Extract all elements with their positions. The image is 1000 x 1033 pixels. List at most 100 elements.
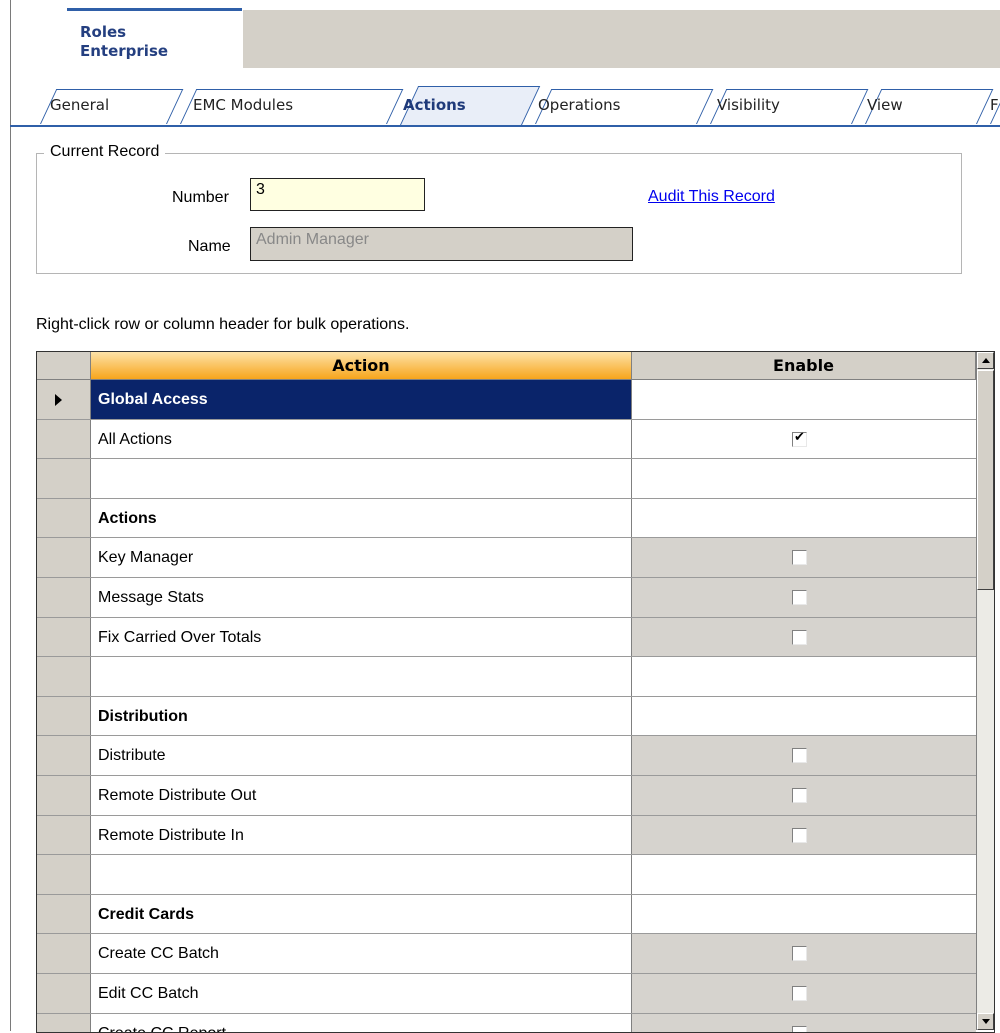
enable-cell[interactable] [632,459,976,498]
row-selector[interactable] [37,776,91,815]
table-row[interactable]: Remote Distribute In [37,816,976,856]
table-row[interactable]: Credit Cards [37,895,976,935]
row-selector[interactable] [37,697,91,736]
enable-cell[interactable] [632,697,976,736]
table-row[interactable]: All Actions [37,420,976,460]
grid-scrollbar[interactable] [976,352,994,1030]
enable-cell[interactable] [632,657,976,696]
scroll-up-button[interactable] [977,352,994,369]
row-selector[interactable] [37,736,91,775]
table-row[interactable]: Create CC Batch [37,934,976,974]
table-row[interactable]: Create CC Report [37,1014,976,1033]
enable-checkbox[interactable] [792,432,807,447]
action-cell[interactable]: Create CC Batch [91,934,632,973]
action-cell[interactable] [91,657,632,696]
column-header-action[interactable]: Action [91,352,632,380]
header-bar [243,10,1000,68]
group-header-cell[interactable]: Global Access [91,380,632,419]
table-row[interactable]: Actions [37,499,976,539]
row-selector[interactable] [37,934,91,973]
group-header-cell[interactable]: Actions [91,499,632,538]
action-cell[interactable]: Distribute [91,736,632,775]
enable-cell[interactable] [632,499,976,538]
row-selector[interactable] [37,538,91,577]
tab-operations-label[interactable]: Operations [538,96,620,114]
action-cell[interactable]: Remote Distribute In [91,816,632,855]
action-cell[interactable]: Create CC Report [91,1014,632,1033]
table-row[interactable]: Remote Distribute Out [37,776,976,816]
table-row[interactable]: Distribution [37,697,976,737]
row-selector[interactable] [37,499,91,538]
enable-cell[interactable] [632,420,976,459]
row-selector[interactable] [37,895,91,934]
table-row[interactable]: Message Stats [37,578,976,618]
table-row[interactable] [37,459,976,499]
action-cell[interactable]: Edit CC Batch [91,974,632,1013]
tab-general-label[interactable]: General [50,96,109,114]
enable-checkbox[interactable] [792,1026,807,1033]
table-row[interactable] [37,657,976,697]
enable-cell[interactable] [632,1014,976,1033]
table-row[interactable]: Global Access [37,380,976,420]
group-header-cell[interactable]: Distribution [91,697,632,736]
enable-checkbox[interactable] [792,550,807,565]
tab-visibility-label[interactable]: Visibility [717,96,780,114]
action-cell[interactable]: Remote Distribute Out [91,776,632,815]
enable-cell[interactable] [632,736,976,775]
action-cell[interactable]: Key Manager [91,538,632,577]
group-header-cell[interactable]: Credit Cards [91,895,632,934]
enable-cell[interactable] [632,816,976,855]
name-label: Name [188,238,231,256]
enable-checkbox[interactable] [792,946,807,961]
scroll-thumb[interactable] [977,370,994,590]
row-selector[interactable] [37,657,91,696]
enable-cell[interactable] [632,776,976,815]
tab-view-label[interactable]: View [867,96,903,114]
row-selector[interactable] [37,578,91,617]
action-cell[interactable]: Fix Carried Over Totals [91,618,632,657]
enable-checkbox[interactable] [792,590,807,605]
action-cell[interactable]: Message Stats [91,578,632,617]
table-row[interactable]: Edit CC Batch [37,974,976,1014]
column-header-enable[interactable]: Enable [632,352,976,380]
enable-checkbox[interactable] [792,828,807,843]
grid-corner[interactable] [37,352,91,380]
tab-more-label[interactable]: F [990,96,999,114]
name-field[interactable]: Admin Manager [250,227,633,261]
table-row[interactable]: Key Manager [37,538,976,578]
row-selector[interactable] [37,816,91,855]
audit-record-link[interactable]: Audit This Record [648,188,775,206]
enable-checkbox[interactable] [792,986,807,1001]
row-selector[interactable] [37,459,91,498]
enable-cell[interactable] [632,974,976,1013]
number-field[interactable]: 3 [250,178,425,211]
enable-cell[interactable] [632,618,976,657]
row-selector[interactable] [37,420,91,459]
table-row[interactable] [37,855,976,895]
row-selector[interactable] [37,1014,91,1033]
enable-checkbox[interactable] [792,748,807,763]
row-selector[interactable] [37,855,91,894]
table-row[interactable]: Distribute [37,736,976,776]
row-selector[interactable] [37,974,91,1013]
enable-checkbox[interactable] [792,788,807,803]
actions-grid[interactable]: Action Enable Global AccessAll Actions Ac… [36,351,995,1033]
table-row[interactable]: Fix Carried Over Totals [37,618,976,658]
scroll-down-button[interactable] [977,1013,994,1030]
action-cell[interactable]: All Actions [91,420,632,459]
tab-actions-label[interactable]: Actions [403,96,466,114]
grid-rows: Global AccessAll Actions ActionsKey Manag… [37,380,976,1033]
tab-emc-modules-label[interactable]: EMC Modules [193,96,293,114]
action-cell[interactable] [91,459,632,498]
enable-cell[interactable] [632,380,976,419]
row-selector[interactable] [37,380,91,419]
enable-cell[interactable] [632,538,976,577]
enable-cell[interactable] [632,578,976,617]
enable-cell[interactable] [632,934,976,973]
enable-checkbox[interactable] [792,630,807,645]
enable-cell[interactable] [632,895,976,934]
module-title: Roles Enterprise [67,8,242,71]
action-cell[interactable] [91,855,632,894]
row-selector[interactable] [37,618,91,657]
enable-cell[interactable] [632,855,976,894]
